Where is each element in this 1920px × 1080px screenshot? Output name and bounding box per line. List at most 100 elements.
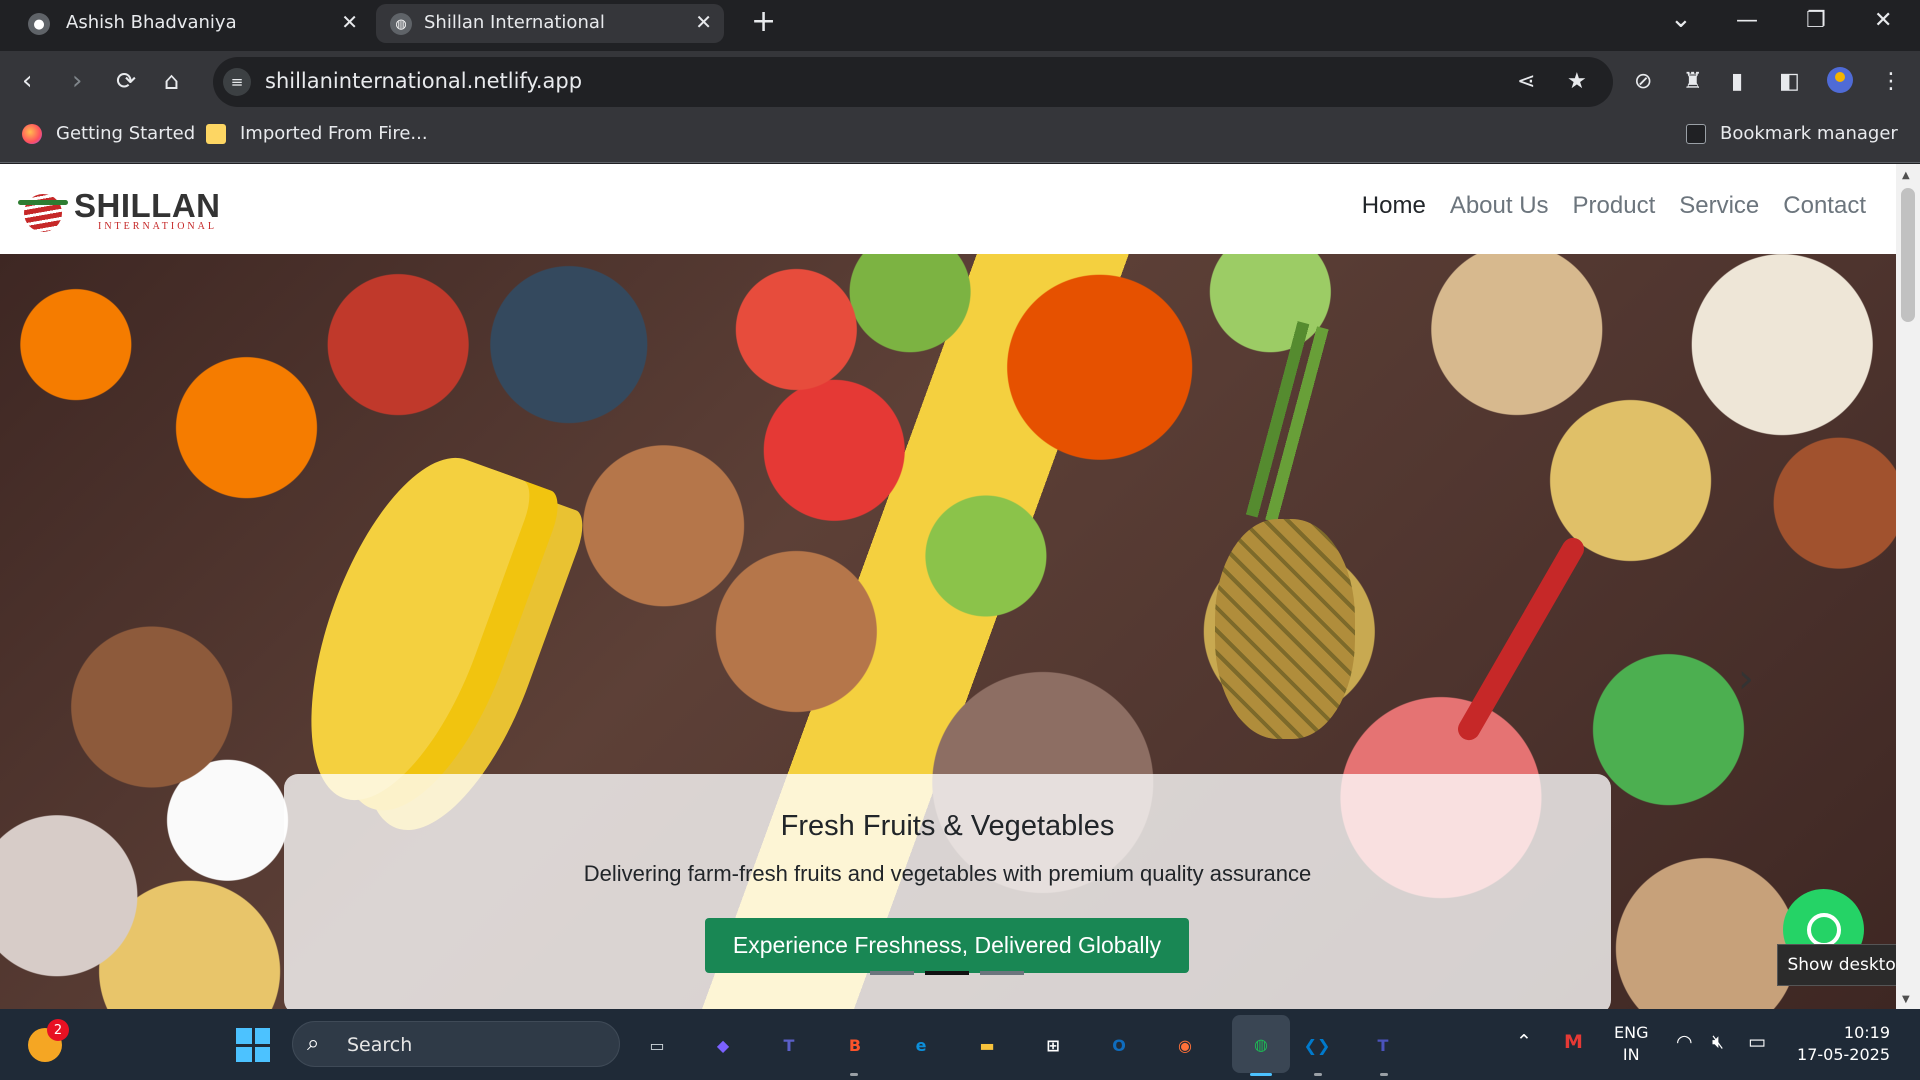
clock[interactable]: 10:19 17-05-2025 bbox=[1795, 1022, 1890, 1066]
back-button[interactable]: ‹ bbox=[22, 66, 32, 96]
tab-strip: ● Ashish Bhadvaniya ✕ ◍ Shillan Internat… bbox=[0, 0, 1920, 51]
menu-kebab-icon[interactable]: ⋮ bbox=[1880, 69, 1902, 94]
hero-image-chili bbox=[1453, 533, 1589, 745]
url-text[interactable]: shillaninternational.netlify.app bbox=[265, 69, 582, 93]
copilot-icon[interactable]: ◆ bbox=[704, 1026, 742, 1064]
start-button[interactable] bbox=[236, 1028, 270, 1062]
chrome-app-icon[interactable]: ◍ bbox=[1232, 1015, 1290, 1073]
bookmark-label: Bookmark manager bbox=[1720, 123, 1898, 144]
tab-ashish[interactable]: ● Ashish Bhadvaniya ✕ bbox=[0, 4, 370, 43]
main-menu: Home About Us Product Service Contact bbox=[1362, 192, 1866, 220]
carousel-indicator-active[interactable] bbox=[925, 971, 969, 975]
web-page: SHILLAN INTERNATIONAL Home About Us Prod… bbox=[0, 164, 1920, 1009]
edge-icon[interactable]: e bbox=[902, 1026, 940, 1064]
profile-avatar[interactable] bbox=[1827, 67, 1853, 93]
running-indicator bbox=[1314, 1073, 1322, 1076]
site-navbar: SHILLAN INTERNATIONAL Home About Us Prod… bbox=[0, 164, 1896, 254]
globe-icon: ◍ bbox=[390, 13, 412, 35]
hero-image-pineapple bbox=[1215, 519, 1355, 739]
bookmark-manager[interactable]: Bookmark manager bbox=[1686, 123, 1898, 144]
running-indicator bbox=[1250, 1073, 1272, 1076]
task-view-icon[interactable]: ▭ bbox=[638, 1026, 676, 1064]
site-logo[interactable]: SHILLAN INTERNATIONAL bbox=[18, 187, 221, 234]
tab-search-icon[interactable]: ⌄ bbox=[1670, 4, 1692, 34]
search-icon: ⌕ bbox=[307, 1031, 320, 1056]
tab-title: Shillan International bbox=[424, 12, 605, 33]
carousel-indicators bbox=[870, 971, 1024, 975]
logo-emblem bbox=[18, 188, 68, 234]
mail-tray-icon[interactable]: M bbox=[1564, 1031, 1583, 1053]
github-icon: ● bbox=[28, 13, 50, 35]
extension-adblock-icon[interactable]: ⊘ bbox=[1634, 69, 1652, 94]
logo-name: SHILLAN bbox=[74, 187, 221, 224]
firefox-icon bbox=[22, 123, 42, 144]
bookmarks-bar: Getting Started Imported From Fire... Bo… bbox=[0, 115, 1920, 163]
store-icon[interactable]: ⊞ bbox=[1034, 1026, 1072, 1064]
new-tab-button[interactable]: + bbox=[751, 7, 776, 37]
side-panel-icon[interactable]: ◧ bbox=[1779, 69, 1800, 94]
carousel-next-icon[interactable]: › bbox=[1738, 659, 1754, 699]
carousel-indicator[interactable] bbox=[870, 971, 914, 975]
bookmark-getting-started[interactable]: Getting Started bbox=[22, 123, 195, 144]
wifi-icon[interactable]: ◠ bbox=[1676, 1031, 1693, 1053]
hero-image-bananas bbox=[272, 434, 538, 824]
nav-contact[interactable]: Contact bbox=[1783, 192, 1866, 220]
bookmark-label: Imported From Fire... bbox=[240, 123, 428, 144]
bookmark-imported[interactable]: Imported From Fire... bbox=[206, 123, 428, 144]
outlook-icon[interactable]: O bbox=[1100, 1026, 1138, 1064]
nav-service[interactable]: Service bbox=[1679, 192, 1759, 220]
carousel-indicator[interactable] bbox=[980, 971, 1024, 975]
teams-classic-icon[interactable]: T bbox=[1364, 1026, 1402, 1064]
scroll-thumb[interactable] bbox=[1901, 188, 1915, 322]
search-placeholder: Search bbox=[347, 1034, 413, 1056]
windows-taskbar: 2 ⌕ Search ▭ ◆ T Be ▬ ⊞ O ◉ ◍ ❮❯ T ⌃ M ENG IN ◠ 🔇︎… bbox=[0, 1009, 1920, 1080]
browser-toolbar: ‹ › ⟳ ⌂ ≡ shillaninternational.netlify.a… bbox=[0, 51, 1920, 115]
close-window-button[interactable]: ✕ bbox=[1874, 8, 1892, 33]
hero-subtitle: Delivering farm-fresh fruits and vegetab… bbox=[583, 861, 1312, 886]
language-indicator[interactable]: ENG IN bbox=[1614, 1022, 1648, 1066]
clock-date: 17-05-2025 bbox=[1797, 1045, 1890, 1064]
nav-product[interactable]: Product bbox=[1573, 192, 1656, 220]
firefox-icon[interactable]: ◉ bbox=[1166, 1026, 1204, 1064]
tab-shillan[interactable]: ◍ Shillan International ✕ bbox=[376, 4, 724, 43]
scroll-down-icon[interactable]: ▼ bbox=[1902, 994, 1910, 1005]
nav-about-us[interactable]: About Us bbox=[1450, 192, 1549, 220]
bookmark-folder-icon bbox=[1686, 123, 1706, 144]
running-indicator bbox=[850, 1073, 858, 1076]
hero-cta-button[interactable]: Experience Freshness, Delivered Globally bbox=[705, 918, 1189, 973]
hero-carousel: › Fresh Fruits & Vegetables Delivering f… bbox=[0, 254, 1896, 1009]
vscode-icon[interactable]: ❮❯ bbox=[1298, 1026, 1336, 1064]
page-scrollbar[interactable]: ▲ ▼ bbox=[1896, 164, 1920, 1009]
site-info-icon[interactable]: ≡ bbox=[223, 68, 251, 96]
taskbar-search[interactable]: ⌕ Search bbox=[292, 1021, 620, 1067]
reading-list-icon[interactable]: ▮ bbox=[1731, 69, 1743, 94]
address-bar[interactable]: ≡ shillaninternational.netlify.app ⋖ ★ bbox=[213, 57, 1613, 107]
folder-icon bbox=[206, 123, 226, 144]
close-icon[interactable]: ✕ bbox=[695, 10, 712, 34]
bookmark-star-icon[interactable]: ★ bbox=[1567, 69, 1587, 94]
file-explorer-icon[interactable]: ▬ bbox=[968, 1026, 1006, 1064]
widgets-badge: 2 bbox=[47, 1019, 69, 1041]
minimize-button[interactable]: — bbox=[1736, 8, 1758, 33]
scroll-up-icon[interactable]: ▲ bbox=[1902, 170, 1910, 181]
bookmark-label: Getting Started bbox=[56, 123, 196, 144]
nav-home[interactable]: Home bbox=[1362, 192, 1426, 220]
reload-icon[interactable]: ⟳ bbox=[116, 66, 136, 96]
forward-button[interactable]: › bbox=[72, 66, 82, 96]
restore-button[interactable]: ❐ bbox=[1806, 8, 1826, 33]
volume-muted-icon[interactable]: 🔇︎ bbox=[1712, 1031, 1724, 1053]
battery-icon[interactable]: ▭ bbox=[1748, 1031, 1766, 1053]
hero-title: Fresh Fruits & Vegetables bbox=[780, 810, 1115, 842]
tab-title: Ashish Bhadvaniya bbox=[66, 12, 237, 33]
close-icon[interactable]: ✕ bbox=[341, 10, 358, 34]
home-icon[interactable]: ⌂ bbox=[164, 66, 179, 96]
clock-time: 10:19 bbox=[1843, 1023, 1890, 1042]
show-hidden-icons[interactable]: ⌃ bbox=[1516, 1031, 1532, 1053]
language-code: ENG bbox=[1614, 1023, 1649, 1042]
brave-icon[interactable]: B bbox=[836, 1026, 874, 1064]
teams-icon[interactable]: T bbox=[770, 1026, 808, 1064]
whatsapp-icon bbox=[1806, 912, 1841, 947]
extension-puzzle-icon[interactable]: ♜ bbox=[1683, 69, 1703, 94]
hero-image-pineapple-leaves bbox=[1230, 317, 1360, 531]
share-icon[interactable]: ⋖ bbox=[1517, 69, 1535, 94]
